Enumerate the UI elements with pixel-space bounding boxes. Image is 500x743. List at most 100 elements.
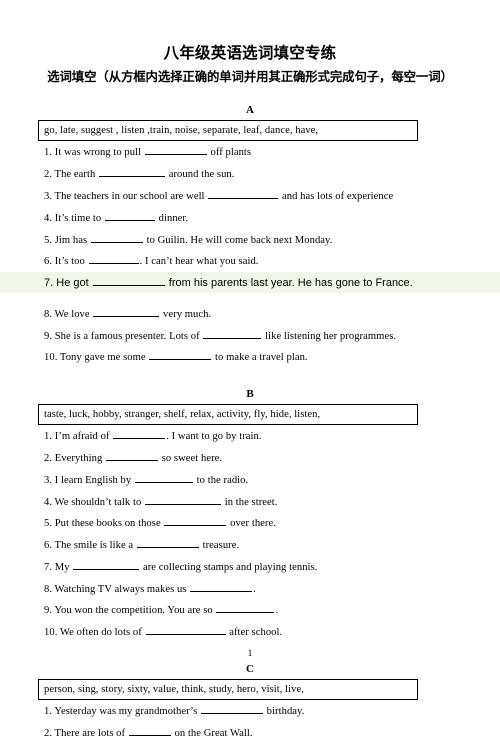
- question-text-after-blank: over there.: [227, 518, 276, 530]
- question-number: 7.: [44, 277, 54, 290]
- question-list: 1. It was wrong to pull off plants 2. The…: [0, 141, 500, 368]
- answer-blank[interactable]: [145, 494, 222, 505]
- question-number: 10.: [44, 627, 58, 639]
- question-text-after-blank: dinner.: [155, 212, 189, 224]
- answer-blank[interactable]: [128, 725, 171, 736]
- page-title: 八年级英语选词填空专练: [163, 45, 337, 62]
- question-text-after-blank: after school.: [226, 627, 283, 639]
- question-item: 5. Jim has to Guilin. He will come back …: [0, 228, 500, 250]
- question-number: 5.: [44, 518, 53, 530]
- question-text-after-blank: .: [253, 583, 256, 595]
- answer-blank[interactable]: [99, 166, 165, 178]
- answer-blank[interactable]: [149, 349, 212, 361]
- question-item: 8. We love very much.: [0, 302, 500, 324]
- question-list: 1. I’m afraid of . I want to go by train…: [0, 425, 500, 643]
- question-number: 3.: [44, 474, 53, 486]
- word-bank-box: go, late, suggest , listen ,train, noise…: [38, 120, 418, 141]
- question-item: 1. I’m afraid of . I want to go by train…: [0, 425, 500, 447]
- answer-blank[interactable]: [144, 144, 207, 156]
- question-text-before-blank: My: [52, 561, 73, 573]
- question-text-before-blank: Tony gave me some: [57, 352, 149, 364]
- question-item: 7. My are collecting stamps and playing …: [0, 556, 500, 578]
- answer-blank[interactable]: [216, 602, 275, 614]
- question-text-after-blank: on the Great Wall.: [171, 727, 253, 739]
- word-bank-box: person, sing, story, sixty, value, think…: [38, 678, 418, 700]
- question-text-before-blank: It’s time to: [52, 212, 104, 224]
- question-item: 4. We shouldn’t talk to in the street.: [0, 490, 500, 512]
- question-text-after-blank: very much.: [160, 308, 212, 320]
- question-number: 2.: [44, 169, 53, 181]
- question-item: 3. The teachers in our school are well a…: [0, 185, 500, 207]
- answer-blank[interactable]: [136, 537, 199, 549]
- answer-blank[interactable]: [104, 210, 155, 221]
- question-item: 1. It was wrong to pull off plants: [0, 141, 500, 163]
- question-number: 6.: [44, 256, 53, 268]
- question-item: 2. The earth around the sun.: [0, 163, 500, 185]
- question-text-before-blank: Jim has: [52, 234, 90, 246]
- question-text-before-blank: We love: [52, 308, 93, 320]
- question-number: 3.: [44, 190, 53, 202]
- word-bank-box: taste, luck, hobby, stranger, shelf, rel…: [38, 403, 418, 425]
- question-number: 8.: [44, 583, 53, 595]
- answer-blank[interactable]: [134, 472, 193, 483]
- question-number: 4.: [44, 212, 53, 224]
- question-text-before-blank: The smile is like a: [52, 540, 136, 552]
- section-b: Btaste, luck, hobby, stranger, shelf, re…: [0, 387, 500, 643]
- answer-blank[interactable]: [208, 188, 279, 199]
- answer-blank[interactable]: [164, 515, 227, 527]
- question-item: 9. You won the competition. You are so .: [0, 599, 500, 621]
- question-item: 3. I learn English by to the radio.: [0, 468, 500, 490]
- question-text-before-blank: He got: [53, 277, 92, 290]
- answer-blank[interactable]: [145, 624, 226, 636]
- question-text-before-blank: Yesterday was my grandmother’s: [52, 706, 200, 718]
- question-number: 6.: [44, 540, 53, 552]
- question-number: 7.: [44, 561, 53, 573]
- question-text-before-blank: We shouldn’t talk to: [52, 496, 145, 508]
- question-item: 9. She is a famous presenter. Lots of li…: [0, 324, 500, 346]
- question-text-before-blank: The teachers in our school are well: [52, 190, 208, 202]
- question-text-before-blank: Watching TV always makes us: [52, 583, 190, 595]
- sections-container: Ago, late, suggest , listen ,train, nois…: [0, 103, 500, 743]
- question-number: 2.: [44, 452, 53, 464]
- answer-blank[interactable]: [88, 253, 139, 265]
- question-text-after-blank: like listening her programmes.: [262, 330, 397, 342]
- answer-blank[interactable]: [93, 306, 160, 317]
- answer-blank[interactable]: [90, 232, 143, 243]
- question-number: 9.: [44, 330, 53, 342]
- question-item: 10. We often do lots of after school.: [0, 621, 500, 643]
- question-number: 4.: [44, 496, 53, 508]
- question-text-before-blank: She is a famous presenter. Lots of: [52, 330, 203, 342]
- question-item: 6. The smile is like a treasure.: [0, 534, 500, 556]
- answer-blank[interactable]: [106, 450, 159, 461]
- question-text-before-blank: It was wrong to pull: [52, 147, 144, 159]
- answer-blank[interactable]: [203, 328, 262, 339]
- question-text-before-blank: I’m afraid of: [52, 431, 113, 443]
- answer-blank[interactable]: [73, 559, 140, 570]
- question-item: 4. It’s time to dinner.: [0, 206, 500, 228]
- question-text-after-blank: to make a travel plan.: [212, 352, 308, 364]
- question-text-before-blank: We often do lots of: [57, 627, 145, 639]
- section-letter: A: [246, 104, 254, 116]
- question-text-after-blank: so sweet here.: [159, 452, 223, 464]
- question-text-before-blank: There are lots of: [52, 727, 128, 739]
- question-item: 8. Watching TV always makes us .: [0, 577, 500, 599]
- question-item: 7. He got from his parents last year. He…: [0, 271, 500, 294]
- answer-blank[interactable]: [92, 275, 165, 287]
- question-item: 2. Everything so sweet here.: [0, 447, 500, 469]
- question-text-after-blank: to the radio.: [193, 474, 249, 486]
- answer-blank[interactable]: [200, 703, 263, 715]
- section-c: Cperson, sing, story, sixty, value, thin…: [0, 662, 500, 743]
- question-number: 1.: [44, 147, 53, 159]
- question-number: 1.: [44, 706, 53, 718]
- question-text-after-blank: in the street.: [222, 496, 278, 508]
- question-text-before-blank: Put these books on those: [52, 518, 164, 530]
- question-text-before-blank: I learn English by: [52, 474, 134, 486]
- question-text-after-blank: birthday.: [263, 706, 305, 718]
- section-letter: C: [246, 662, 254, 675]
- question-item: 5. Put these books on those over there.: [0, 512, 500, 534]
- question-item: 2. There are lots of on the Great Wall.: [0, 721, 500, 743]
- answer-blank[interactable]: [113, 428, 166, 440]
- answer-blank[interactable]: [190, 581, 253, 592]
- page-number: 1: [247, 649, 253, 659]
